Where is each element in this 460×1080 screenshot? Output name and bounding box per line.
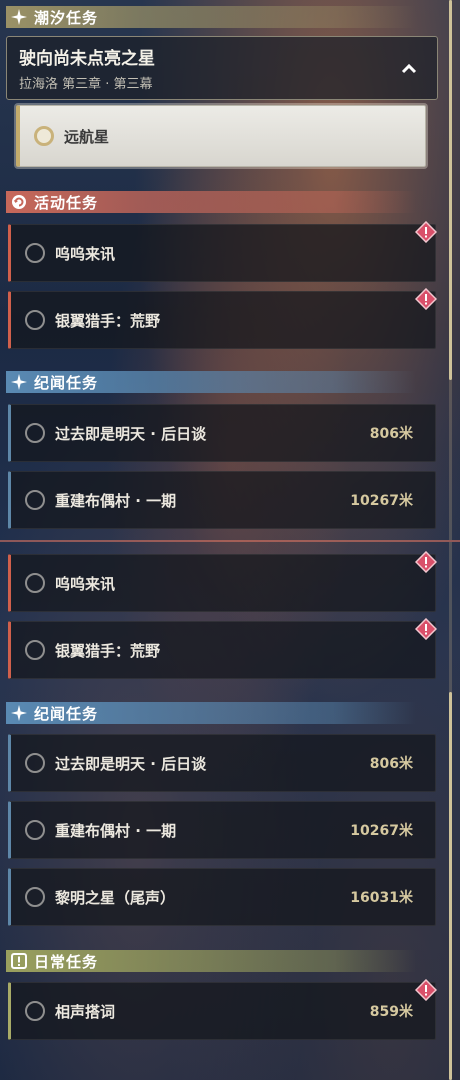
- task-row[interactable]: 呜呜来讯: [8, 550, 438, 612]
- exclamation-box-icon: [10, 952, 28, 970]
- task-distance: 16031米: [350, 890, 413, 906]
- chevron-up-icon[interactable]: [399, 59, 419, 79]
- task-row[interactable]: 相声搭词 859米: [8, 978, 438, 1040]
- radio-icon: [25, 640, 45, 660]
- task-row[interactable]: 呜呜来讯: [8, 220, 438, 282]
- task-label: 相声搭词: [55, 1002, 116, 1021]
- task-row[interactable]: 银翼猎手：荒野: [8, 617, 438, 679]
- sub-quest-selected[interactable]: 远航星: [16, 105, 426, 167]
- main-quest-title: 驶向尚未点亮之星: [19, 49, 155, 69]
- task-distance: 10267米: [350, 823, 413, 839]
- radio-icon: [25, 887, 45, 907]
- task-distance: 806米: [369, 426, 413, 442]
- refresh-icon: [10, 193, 28, 211]
- quest-panel-top: 潮汐任务 驶向尚未点亮之星 拉海洛 第三章 · 第三幕 远航星 活动任务 呜呜来…: [0, 0, 460, 540]
- category-title: 日常任务: [34, 952, 99, 971]
- task-label: 呜呜来讯: [55, 244, 116, 263]
- task-row[interactable]: 重建布偶村 · 一期 10267米: [8, 801, 436, 859]
- alert-diamond-icon: [414, 617, 438, 641]
- category-header-story[interactable]: 纪闻任务: [6, 371, 416, 393]
- category-header-tide[interactable]: 潮汐任务: [6, 6, 416, 28]
- task-distance: 806米: [369, 756, 413, 772]
- radio-icon: [25, 423, 45, 443]
- category-title: 纪闻任务: [34, 704, 99, 723]
- task-row[interactable]: 过去即是明天 · 后日谈 806米: [8, 734, 436, 792]
- quest-panel-bottom: 呜呜来讯 银翼猎手：荒野 纪闻任务 过去即是明天 · 后日谈 806米 重建布偶…: [0, 540, 460, 1080]
- radio-icon: [25, 573, 45, 593]
- selected-radio-icon: [34, 126, 54, 146]
- alert-diamond-icon: [414, 978, 438, 1002]
- task-distance: 859米: [369, 1004, 413, 1020]
- scrollbar-thumb[interactable]: [449, 0, 452, 380]
- main-quest-chapter: 拉海洛 第三章 · 第三幕: [19, 77, 153, 92]
- task-label: 重建布偶村 · 一期: [55, 821, 177, 840]
- task-label: 过去即是明天 · 后日谈: [55, 424, 207, 443]
- sparkle-icon: [10, 8, 28, 26]
- scrollbar-thumb[interactable]: [449, 692, 452, 1080]
- category-header-story[interactable]: 纪闻任务: [6, 702, 416, 724]
- category-header-event[interactable]: 活动任务: [6, 191, 416, 213]
- task-label: 呜呜来讯: [55, 574, 116, 593]
- main-quest-card[interactable]: 驶向尚未点亮之星 拉海洛 第三章 · 第三幕: [6, 36, 438, 100]
- sub-quest-label: 远航星: [64, 127, 110, 146]
- radio-icon: [25, 820, 45, 840]
- task-label: 银翼猎手：荒野: [55, 641, 161, 660]
- category-header-daily[interactable]: 日常任务: [6, 950, 416, 972]
- alert-diamond-icon: [414, 550, 438, 574]
- radio-icon: [25, 753, 45, 773]
- category-title: 活动任务: [34, 193, 99, 212]
- task-row[interactable]: 过去即是明天 · 后日谈 806米: [8, 404, 436, 462]
- radio-icon: [25, 310, 45, 330]
- task-row[interactable]: 黎明之星（尾声） 16031米: [8, 868, 436, 926]
- sparkle-icon: [10, 704, 28, 722]
- category-title: 潮汐任务: [34, 8, 99, 27]
- task-label: 过去即是明天 · 后日谈: [55, 754, 207, 773]
- radio-icon: [25, 490, 45, 510]
- task-label: 黎明之星（尾声）: [55, 888, 176, 907]
- task-label: 重建布偶村 · 一期: [55, 491, 177, 510]
- task-distance: 10267米: [350, 493, 413, 509]
- radio-icon: [25, 243, 45, 263]
- category-title: 纪闻任务: [34, 373, 99, 392]
- task-row[interactable]: 重建布偶村 · 一期 10267米: [8, 471, 436, 529]
- task-label: 银翼猎手：荒野: [55, 311, 161, 330]
- radio-icon: [25, 1001, 45, 1021]
- alert-diamond-icon: [414, 220, 438, 244]
- sparkle-icon: [10, 373, 28, 391]
- task-row[interactable]: 银翼猎手：荒野: [8, 287, 438, 349]
- alert-diamond-icon: [414, 287, 438, 311]
